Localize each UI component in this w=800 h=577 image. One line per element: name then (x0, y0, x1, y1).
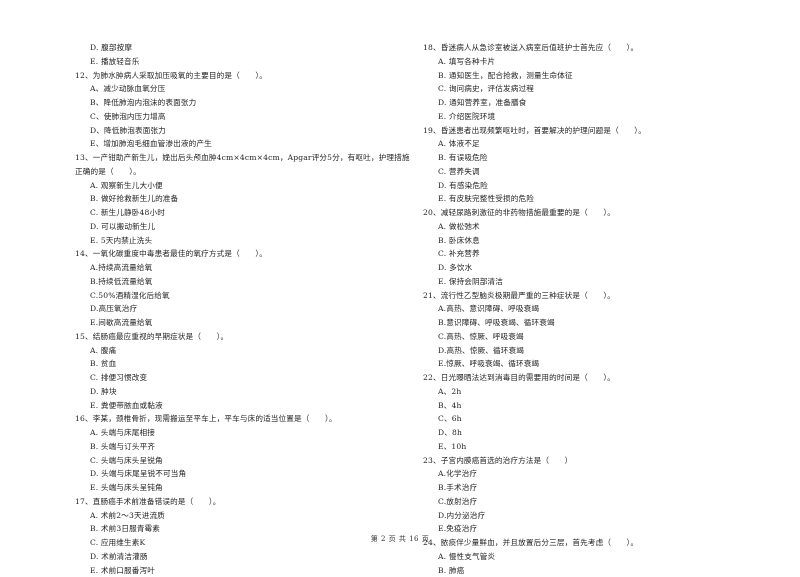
question-text: 12、为肺水肿病人采取加压吸氧的主要目的是（ ）。 (75, 69, 420, 83)
option: C. 新生儿静卧48小时 (75, 206, 420, 220)
option: C. 补充营养 (423, 247, 768, 261)
option: E、增加肺泡毛细血管渗出液的产生 (75, 137, 420, 151)
question-15: 15、结肠癌最应重视的早期症状是（ ）。 A. 腹痛 B. 贫血 C. 排便习惯… (75, 330, 420, 413)
option: D. 多饮水 (423, 261, 768, 275)
option: C.放射治疗 (423, 495, 768, 509)
question-text: 17、直肠癌手术前准备错误的是（ ）。 (75, 495, 420, 509)
option: D. 可以搬动新生儿 (75, 220, 420, 234)
option: C. 排便习惯改变 (75, 371, 420, 385)
option: A. 体液不足 (423, 137, 768, 151)
question-23: 23、子宫内膜癌首选的治疗方法是（ ） A.化学治疗 B.手术治疗 C.放射治疗… (423, 454, 768, 537)
option: A、2h (423, 385, 768, 399)
option: C.50%酒精湿化后给氧 (75, 289, 420, 303)
question-14: 14、一氧化碳重度中毒患者最佳的氧疗方式是（ ）。 A.持续高流量给氧 B.持续… (75, 247, 420, 330)
option: D.内分泌治疗 (423, 509, 768, 523)
option: D. 通知营养室，准备膳食 (423, 96, 768, 110)
option: B. 有误吸危险 (423, 151, 768, 165)
option: B. 头端与订头平齐 (75, 440, 420, 454)
option: E、10h (423, 440, 768, 454)
option: A. 做松弛术 (423, 220, 768, 234)
option: C. 头端与床头呈锐角 (75, 454, 420, 468)
carryover-option-d: D. 腹部按摩 (75, 41, 420, 55)
carryover-option-e: E. 播放轻音乐 (75, 55, 420, 69)
option: B.意识障碍、呼吸衰竭、循环衰竭 (423, 316, 768, 330)
question-text: 16、李某，颈椎骨折，现需搬运至平车上，平车与床的适当位置是（ ）。 (75, 412, 420, 426)
question-text: 14、一氧化碳重度中毒患者最佳的氧疗方式是（ ）。 (75, 247, 420, 261)
option: B. 通知医生，配合抢救，测量生命体征 (423, 69, 768, 83)
option: A、减少动脉血氧分压 (75, 82, 420, 96)
option: C、6h (423, 412, 768, 426)
option: A.持续高流量给氧 (75, 261, 420, 275)
option: A. 慢性支气管炎 (423, 550, 768, 564)
option: D、8h (423, 426, 768, 440)
option: E. 有皮肤完整性受损的危险 (423, 192, 768, 206)
option: C.高热、惊厥、呼吸衰竭 (423, 330, 768, 344)
left-column: D. 腹部按摩 E. 播放轻音乐 12、为肺水肿病人采取加压吸氧的主要目的是（ … (75, 41, 420, 577)
question-18: 18、昏迷病人从急诊室被送入病室后值班护士首先应（ ）。 A. 填写各种卡片 B… (423, 41, 768, 124)
question-text: 20、减轻尿路刺激征的非药物措施最重要的是（ ）。 (423, 206, 768, 220)
option: B.手术治疗 (423, 481, 768, 495)
option: A. 术前2～3天进流质 (75, 509, 420, 523)
question-22: 22、日光曝晒法达到消毒目的需要用的时间是（ ）。 A、2h B、4h C、6h… (423, 371, 768, 454)
option: E.惊厥、呼吸衰竭、循环衰竭 (423, 357, 768, 371)
option: E. 介绍医院环境 (423, 110, 768, 124)
option: E. 粪便带脓血或黏液 (75, 399, 420, 413)
option: D. 头端与床尾呈锐不可当角 (75, 467, 420, 481)
question-text: 18、昏迷病人从急诊室被送入病室后值班护士首先应（ ）。 (423, 41, 768, 55)
option: D. 肿块 (75, 385, 420, 399)
right-column: 18、昏迷病人从急诊室被送入病室后值班护士首先应（ ）。 A. 填写各种卡片 B… (423, 41, 768, 577)
option: A. 观察新生儿大小便 (75, 179, 420, 193)
option: B. 肺癌 (423, 564, 768, 577)
option: D. 术前清洁灌肠 (75, 550, 420, 564)
question-text-continued: 正确的是（ ）。 (75, 165, 420, 179)
question-20: 20、减轻尿路刺激征的非药物措施最重要的是（ ）。 A. 做松弛术 B. 卧床休… (423, 206, 768, 289)
option: C. 营养失调 (423, 165, 768, 179)
question-16: 16、李某，颈椎骨折，现需搬运至平车上，平车与床的适当位置是（ ）。 A. 头端… (75, 412, 420, 495)
option: D. 有感染危险 (423, 179, 768, 193)
option: B、降低肺泡内泡沫的表面张力 (75, 96, 420, 110)
question-21: 21、流行性乙型脑炎极期最严重的三种症状是（ ）。 A.高热、意识障碍、呼吸衰竭… (423, 289, 768, 372)
option: C. 询问病史，评估发病过程 (423, 82, 768, 96)
option: D.高压氧治疗 (75, 302, 420, 316)
option: A.化学治疗 (423, 467, 768, 481)
question-text: 21、流行性乙型脑炎极期最严重的三种症状是（ ）。 (423, 289, 768, 303)
question-text: 13、一产钳助产新生儿，娩出后头颅血肿4cm×4cm×4cm，Apgar评分5分… (75, 151, 420, 165)
option: E. 5天内禁止洗头 (75, 234, 420, 248)
option: A. 腹痛 (75, 344, 420, 358)
option: E. 头端与床头呈钝角 (75, 481, 420, 495)
option: E.间歇高流量给氧 (75, 316, 420, 330)
page-number-footer: 第 2 页 共 16 页 (0, 534, 800, 544)
option: A.高热、意识障碍、呼吸衰竭 (423, 302, 768, 316)
question-13: 13、一产钳助产新生儿，娩出后头颅血肿4cm×4cm×4cm，Apgar评分5分… (75, 151, 420, 247)
option: B.持续低流量给氧 (75, 275, 420, 289)
option: E. 术前口服番泻叶 (75, 564, 420, 577)
question-text: 15、结肠癌最应重视的早期症状是（ ）。 (75, 330, 420, 344)
question-text: 19、昏迷患者出现频繁呕吐时，首要解决的护理问题是（ ）。 (423, 124, 768, 138)
option: D.高热、惊厥、循环衰竭 (423, 344, 768, 358)
option: B. 卧床休息 (423, 234, 768, 248)
option: A. 填写各种卡片 (423, 55, 768, 69)
option: C、使肺泡内压力增高 (75, 110, 420, 124)
option: A. 头端与床尾相接 (75, 426, 420, 440)
option: B. 做好抢救新生儿的准备 (75, 192, 420, 206)
question-text: 22、日光曝晒法达到消毒目的需要用的时间是（ ）。 (423, 371, 768, 385)
question-12: 12、为肺水肿病人采取加压吸氧的主要目的是（ ）。 A、减少动脉血氧分压 B、降… (75, 69, 420, 152)
option: B、4h (423, 399, 768, 413)
option: E. 保持会阴部清洁 (423, 275, 768, 289)
option: D、降低肺泡表面张力 (75, 124, 420, 138)
question-19: 19、昏迷患者出现频繁呕吐时，首要解决的护理问题是（ ）。 A. 体液不足 B.… (423, 124, 768, 207)
question-text: 23、子宫内膜癌首选的治疗方法是（ ） (423, 454, 768, 468)
option: B. 贫血 (75, 357, 420, 371)
